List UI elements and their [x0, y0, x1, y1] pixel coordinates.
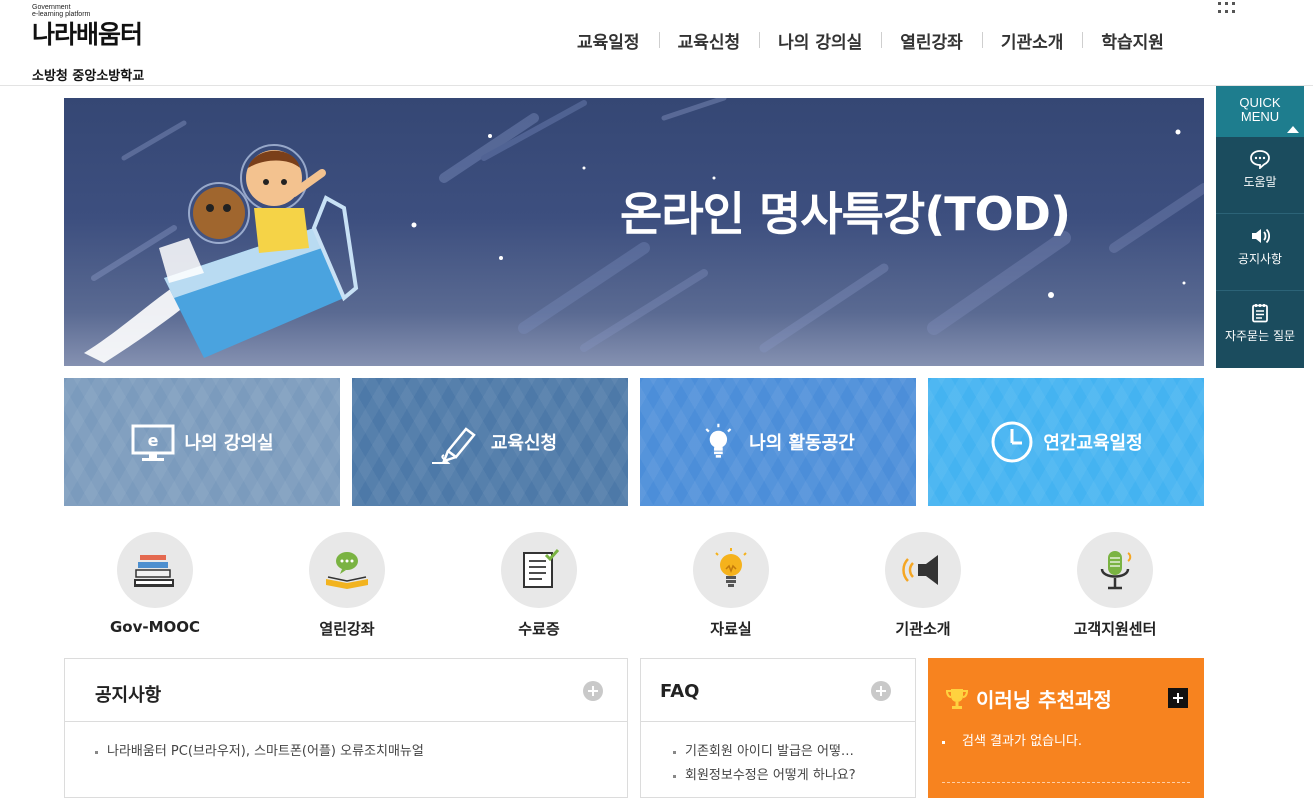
notice-list: 나라배움터 PC(브라우저), 스마트폰(어플) 오류조치매뉴얼 — [65, 722, 627, 764]
nav-item-apply[interactable]: 교육신청 — [658, 28, 760, 53]
circle-icon-background — [309, 532, 385, 608]
speaker-icon — [1252, 228, 1271, 244]
quick-item-label: 공지사항 — [1237, 252, 1283, 266]
monitor-e-icon: e — [131, 424, 175, 461]
microphone-icon — [1100, 551, 1132, 590]
notice-title: 공지사항 — [95, 685, 162, 706]
tile-label: 나의 강의실 — [184, 433, 274, 454]
faq-more-plus-icon[interactable] — [871, 681, 891, 701]
divider — [942, 782, 1190, 783]
quick-item-help[interactable]: 도움말 — [1216, 137, 1304, 214]
site-logo[interactable]: Government e-learning platform 나라배움터 소방청… — [32, 4, 182, 84]
certificate-icon — [523, 549, 560, 588]
quick-menu-header[interactable]: QUICK MENU — [1216, 86, 1304, 137]
tile-label: 연간교육일정 — [1043, 433, 1143, 454]
open-book-icon — [326, 552, 368, 589]
tile-my-activity[interactable]: 나의 활동공간 — [640, 378, 916, 506]
circle-icon-background — [885, 532, 961, 608]
quick-item-faq[interactable]: 자주묻는 질문 — [1216, 291, 1304, 368]
notice-header: 공지사항 — [65, 659, 627, 722]
chat-bubble-icon — [1250, 150, 1270, 169]
faq-header: FAQ — [641, 659, 915, 722]
logo-tagline-2: e-learning platform — [32, 11, 91, 18]
circle-link-certificate[interactable]: 수료증 — [459, 532, 619, 639]
quick-menu-title-line2: MENU — [1240, 109, 1280, 124]
notice-box: 공지사항 나라배움터 PC(브라우저), 스마트폰(어플) 오류조치매뉴얼 — [64, 658, 628, 798]
logo-name: 나라배움터 — [32, 20, 143, 49]
circle-icon-background — [693, 532, 769, 608]
nav-item-about[interactable]: 기관소개 — [981, 28, 1083, 53]
banner-title: 온라인 명사특강(TOD) — [620, 187, 1071, 241]
nav-item-open-lectures[interactable]: 열린강좌 — [881, 28, 982, 53]
recommend-title: 이러닝 추천과정 — [976, 688, 1112, 712]
faq-title: FAQ — [660, 681, 700, 702]
notepad-icon — [1252, 304, 1268, 323]
quick-item-notice[interactable]: 공지사항 — [1216, 214, 1304, 291]
circle-link-label: 기관소개 — [895, 620, 951, 638]
tile-apply[interactable]: 교육신청 — [352, 378, 628, 506]
logo-org: 소방청 중앙소방학교 — [32, 69, 145, 84]
tile-label: 나의 활동공간 — [749, 433, 855, 454]
recommend-box: 이러닝 추천과정 검색 결과가 없습니다. — [928, 658, 1204, 798]
recommend-empty-message: 검색 결과가 없습니다. — [941, 730, 1082, 749]
quick-link-circles: Gov-MOOC 열린강좌 수료증 자료실 기관소개 고객지원센터 — [64, 532, 1204, 642]
lightbulb-icon — [705, 423, 732, 458]
bulb-icon — [715, 548, 747, 587]
circle-link-library[interactable]: 자료실 — [651, 532, 811, 639]
faq-list-item[interactable]: 회원정보수정은 어떻게 하나요? — [673, 764, 915, 788]
circle-link-customer-center[interactable]: 고객지원센터 — [1035, 532, 1195, 639]
faq-list: 기존회원 아이디 발급은 어떻… 회원정보수정은 어떻게 하나요? — [641, 722, 915, 788]
nav-item-schedule[interactable]: 교육일정 — [558, 28, 659, 53]
quick-item-label: 도움말 — [1243, 175, 1277, 189]
quick-menu-title-line1: QUICK — [1239, 95, 1281, 110]
pen-icon — [431, 427, 476, 464]
collapse-arrow-icon[interactable] — [1287, 126, 1299, 133]
quick-item-label: 자주묻는 질문 — [1224, 329, 1296, 343]
svg-text:e: e — [148, 431, 159, 450]
trophy-icon — [945, 688, 969, 709]
circle-link-open-lectures[interactable]: 열린강좌 — [267, 532, 427, 639]
circle-link-about[interactable]: 기관소개 — [843, 532, 1003, 639]
circle-link-label: 열린강좌 — [319, 620, 375, 638]
circle-icon-background — [1077, 532, 1153, 608]
circle-link-label: 수료증 — [518, 620, 560, 638]
circle-link-label: 고객지원센터 — [1073, 620, 1157, 638]
circle-link-gov-mooc[interactable]: Gov-MOOC — [75, 532, 235, 636]
faq-list-item[interactable]: 기존회원 아이디 발급은 어떻… — [673, 740, 915, 764]
tile-annual-schedule[interactable]: 연간교육일정 — [928, 378, 1204, 506]
main-banner[interactable]: 온라인 명사특강(TOD) — [64, 98, 1204, 366]
site-header: Government e-learning platform 나라배움터 소방청… — [0, 0, 1313, 86]
notice-more-plus-icon[interactable] — [583, 681, 603, 701]
faq-box: FAQ 기존회원 아이디 발급은 어떻… 회원정보수정은 어떻게 하나요? — [640, 658, 916, 798]
clock-icon — [991, 421, 1033, 463]
tile-my-classroom[interactable]: e 나의 강의실 — [64, 378, 340, 506]
logo-tagline-1: Government — [32, 4, 71, 11]
tile-label: 교육신청 — [490, 433, 558, 454]
recommend-header: 이러닝 추천과정 — [944, 684, 1112, 713]
all-menu-icon[interactable] — [1218, 2, 1236, 16]
circle-link-label: Gov-MOOC — [109, 618, 201, 636]
recommend-more-plus-icon[interactable] — [1168, 688, 1188, 708]
quick-menu: QUICK MENU 도움말 공지사항 자주묻는 질문 — [1216, 86, 1304, 368]
circle-icon-background — [117, 532, 193, 608]
main-navigation: 교육일정 교육신청 나의 강의실 열린강좌 기관소개 학습지원 — [558, 28, 1183, 53]
main-shortcut-tiles: e 나의 강의실 교육신청 나의 활동공간 연간교육일정 — [64, 378, 1204, 506]
circle-icon-background — [501, 532, 577, 608]
notice-list-item[interactable]: 나라배움터 PC(브라우저), 스마트폰(어플) 오류조치매뉴얼 — [95, 740, 627, 764]
nav-item-support[interactable]: 학습지원 — [1082, 28, 1183, 53]
megaphone-icon — [902, 555, 938, 585]
nav-item-my-classroom[interactable]: 나의 강의실 — [759, 28, 881, 53]
books-icon — [134, 555, 174, 587]
circle-link-label: 자료실 — [710, 620, 752, 638]
